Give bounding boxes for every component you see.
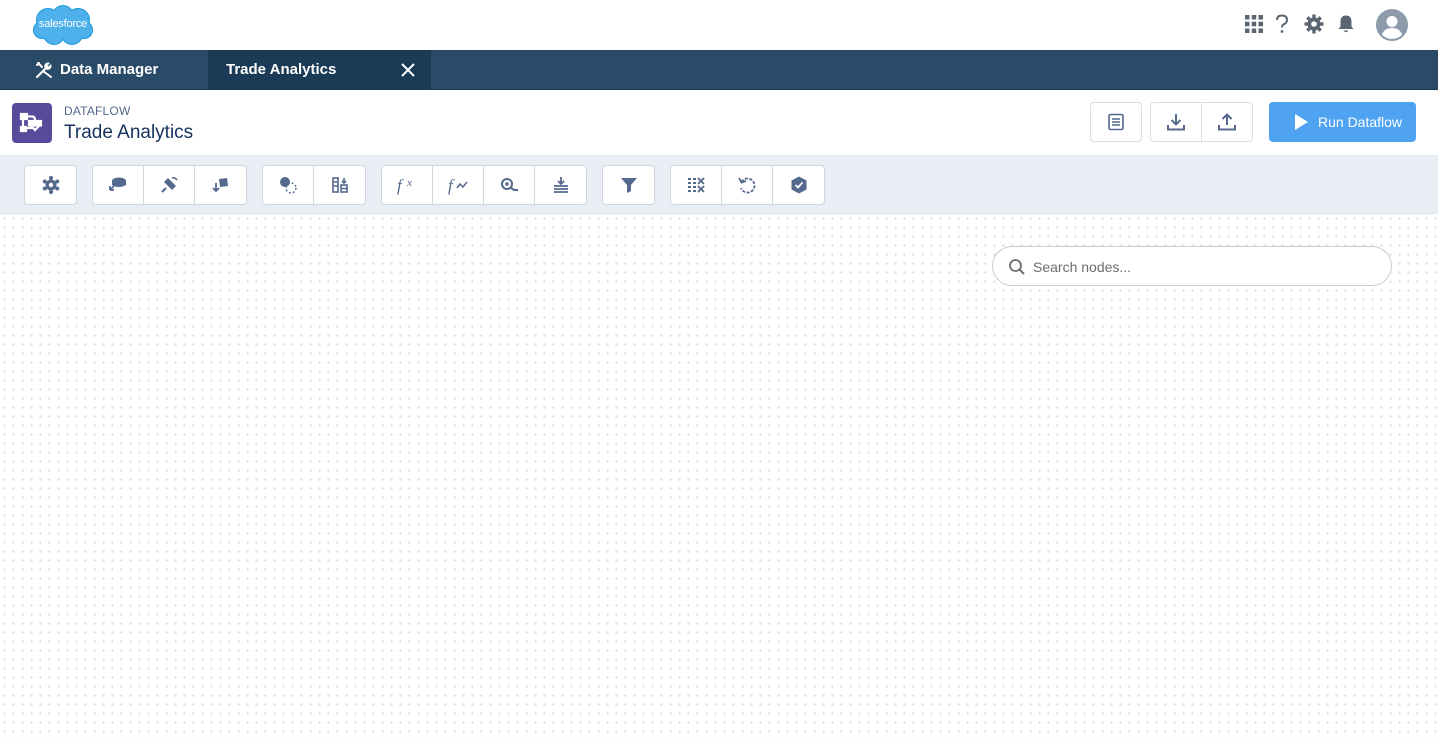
search-icon	[1009, 259, 1025, 275]
digest-button[interactable]	[93, 166, 144, 204]
filter-icon	[620, 178, 637, 193]
update-button[interactable]	[722, 166, 773, 204]
tab-data-manager[interactable]: Data Manager	[0, 50, 208, 90]
tab-trade-analytics[interactable]: Trade Analytics	[208, 50, 431, 90]
sfdc-register-icon	[553, 177, 568, 193]
tab-data-manager-label: Data Manager	[60, 61, 159, 78]
download-icon	[1167, 114, 1185, 131]
sfdc-digest-button[interactable]	[25, 166, 76, 204]
dataflow-object-icon	[12, 103, 52, 143]
node-toolbar: fx f	[0, 155, 1438, 214]
edgemart-icon	[161, 176, 178, 193]
download-button[interactable]	[1150, 102, 1202, 142]
logo-text: salesforce	[38, 18, 88, 30]
augment-icon	[280, 177, 297, 194]
run-dataflow-button[interactable]: Run Dataflow	[1269, 102, 1416, 142]
compute-expression-button[interactable]: fx	[382, 166, 433, 204]
salesforce-logo[interactable]: salesforce	[30, 4, 96, 48]
toolbar-group-3	[262, 165, 366, 205]
app-tab-bar: Data Manager Trade Analytics	[0, 50, 1438, 90]
sfdc-digest-icon	[42, 176, 59, 194]
digest-icon	[109, 177, 126, 191]
svg-text:x: x	[406, 177, 412, 189]
compute-relative-button[interactable]: f	[433, 166, 484, 204]
compute-expression-icon: fx	[397, 176, 412, 195]
page-title: Trade Analytics	[64, 122, 194, 143]
prediction-shield-icon	[791, 176, 806, 194]
flatten-icon	[331, 177, 348, 193]
search-nodes-box	[992, 246, 1392, 286]
prediction-button[interactable]	[773, 166, 824, 204]
setup-gear-icon[interactable]	[1303, 13, 1325, 35]
play-icon	[1295, 114, 1308, 130]
page-header: DATAFLOW Trade Analytics Run Dataflow	[0, 90, 1438, 156]
help-icon[interactable]	[1271, 13, 1293, 35]
slice-dataset-icon	[688, 177, 705, 193]
upload-button[interactable]	[1201, 102, 1253, 142]
slice-dataset-button[interactable]	[671, 166, 722, 204]
edgemart-button[interactable]	[144, 166, 195, 204]
global-header: salesforce	[0, 0, 1438, 50]
tab-trade-analytics-label: Trade Analytics	[226, 61, 337, 78]
toolbar-group-2	[92, 165, 247, 205]
notifications-bell-icon[interactable]	[1335, 13, 1357, 35]
toolbar-group-5	[602, 165, 655, 205]
toolbar-group-4: fx f	[381, 165, 587, 205]
toolbar-group-6	[670, 165, 825, 205]
toolbar-group-1	[24, 165, 77, 205]
dim2mea-button[interactable]	[484, 166, 535, 204]
upload-icon	[1218, 113, 1236, 131]
dim2mea-icon	[501, 178, 518, 191]
svg-text:f: f	[448, 176, 455, 195]
flatten-button[interactable]	[314, 166, 365, 204]
page-eyebrow: DATAFLOW	[64, 104, 131, 118]
compute-relative-icon: f	[448, 176, 468, 195]
properties-button[interactable]	[1090, 102, 1142, 142]
filter-button[interactable]	[603, 166, 654, 204]
update-refresh-icon	[738, 177, 756, 194]
dataflow-canvas[interactable]	[0, 214, 1438, 740]
sfdc-register-button[interactable]	[535, 166, 586, 204]
svg-text:f: f	[397, 176, 404, 195]
append-icon	[211, 178, 228, 193]
run-dataflow-label: Run Dataflow	[1318, 114, 1403, 130]
close-tab-icon[interactable]	[400, 62, 416, 78]
augment-button[interactable]	[263, 166, 314, 204]
tools-icon	[35, 62, 52, 79]
search-nodes-input[interactable]	[1033, 255, 1373, 279]
document-icon	[1108, 113, 1124, 131]
append-button[interactable]	[195, 166, 246, 204]
app-launcher-icon[interactable]	[1243, 13, 1265, 35]
user-avatar-icon[interactable]	[1376, 9, 1408, 41]
